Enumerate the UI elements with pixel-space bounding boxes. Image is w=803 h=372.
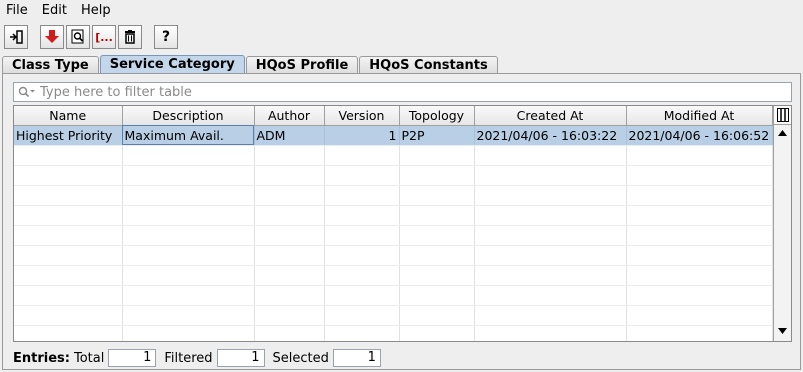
cell-description[interactable]: Maximum Avail. — [122, 125, 255, 146]
download-button[interactable] — [40, 25, 64, 49]
column-header-version[interactable]: Version — [324, 106, 400, 126]
column-header-modified-at[interactable]: Modified At — [626, 106, 773, 126]
inspect-button[interactable] — [66, 25, 90, 49]
help-icon: ? — [161, 29, 171, 45]
bracket-icon: [... — [95, 30, 113, 44]
selected-count: 1 — [332, 349, 381, 367]
empty-row — [14, 205, 773, 226]
empty-row — [14, 165, 773, 186]
delete-button[interactable] — [118, 25, 142, 49]
cell-author[interactable]: ADM — [254, 125, 325, 146]
column-header-name[interactable]: Name — [14, 106, 123, 126]
arrow-up-icon — [778, 130, 787, 136]
column-header-created-at[interactable]: Created At — [474, 106, 627, 126]
scroll-up-arrow[interactable] — [774, 125, 791, 141]
bracket-button[interactable]: [... — [92, 25, 116, 49]
table-row[interactable]: Highest Priority Maximum Avail. ADM 1 P2… — [14, 125, 773, 146]
exit-icon — [10, 30, 23, 44]
empty-row — [14, 225, 773, 246]
cell-topology[interactable]: P2P — [399, 125, 475, 146]
column-chooser-button[interactable] — [774, 106, 791, 125]
inspect-icon — [71, 29, 84, 44]
filtered-count: 1 — [216, 349, 265, 367]
data-table: Name Description Author Version Topology… — [13, 105, 792, 342]
toolbar: [... ? — [4, 23, 180, 51]
arrow-down-icon — [778, 328, 787, 334]
entries-label: Entries: — [13, 350, 70, 366]
total-label: Total — [73, 350, 105, 366]
filtered-label: Filtered — [164, 350, 213, 366]
column-header-topology[interactable]: Topology — [399, 106, 475, 126]
download-red-icon — [45, 30, 59, 43]
empty-row — [14, 245, 773, 266]
empty-row — [14, 265, 773, 286]
entries-footer: Entries: Total 1 Filtered 1 Selected 1 — [13, 348, 389, 368]
vertical-scrollbar[interactable] — [773, 106, 791, 341]
cell-modified-at[interactable]: 2021/04/06 - 16:06:52 — [626, 125, 773, 146]
tab-bar: Class Type Service Category HQoS Profile… — [2, 55, 499, 74]
column-header-description[interactable]: Description — [122, 106, 255, 126]
help-button[interactable]: ? — [154, 25, 178, 49]
exit-button[interactable] — [4, 25, 28, 49]
selected-label: Selected — [272, 350, 329, 366]
column-header-author[interactable]: Author — [254, 106, 325, 126]
service-category-panel: Type here to filter table Name Descripti… — [2, 73, 801, 370]
filter-placeholder: Type here to filter table — [40, 84, 192, 100]
menu-help[interactable]: Help — [81, 1, 111, 21]
tab-service-category[interactable]: Service Category — [99, 55, 245, 74]
tab-hqos-constants[interactable]: HQoS Constants — [359, 56, 498, 74]
menu-bar: File Edit Help — [0, 0, 803, 22]
cell-name[interactable]: Highest Priority — [14, 125, 123, 146]
empty-row — [14, 285, 773, 306]
delete-icon — [125, 30, 135, 44]
filter-input[interactable]: Type here to filter table — [13, 82, 792, 102]
empty-row — [14, 145, 773, 166]
empty-row — [14, 305, 773, 326]
menu-file[interactable]: File — [6, 1, 28, 21]
menu-edit[interactable]: Edit — [42, 1, 67, 21]
columns-icon — [776, 108, 789, 122]
cell-version[interactable]: 1 — [324, 125, 400, 146]
tab-class-type[interactable]: Class Type — [2, 56, 99, 74]
cell-created-at[interactable]: 2021/04/06 - 16:03:22 — [474, 125, 627, 146]
empty-row — [14, 185, 773, 206]
search-icon — [18, 86, 35, 98]
tab-hqos-profile[interactable]: HQoS Profile — [245, 56, 359, 74]
total-count: 1 — [108, 349, 157, 367]
empty-row — [14, 325, 773, 341]
scroll-down-arrow[interactable] — [774, 323, 791, 339]
